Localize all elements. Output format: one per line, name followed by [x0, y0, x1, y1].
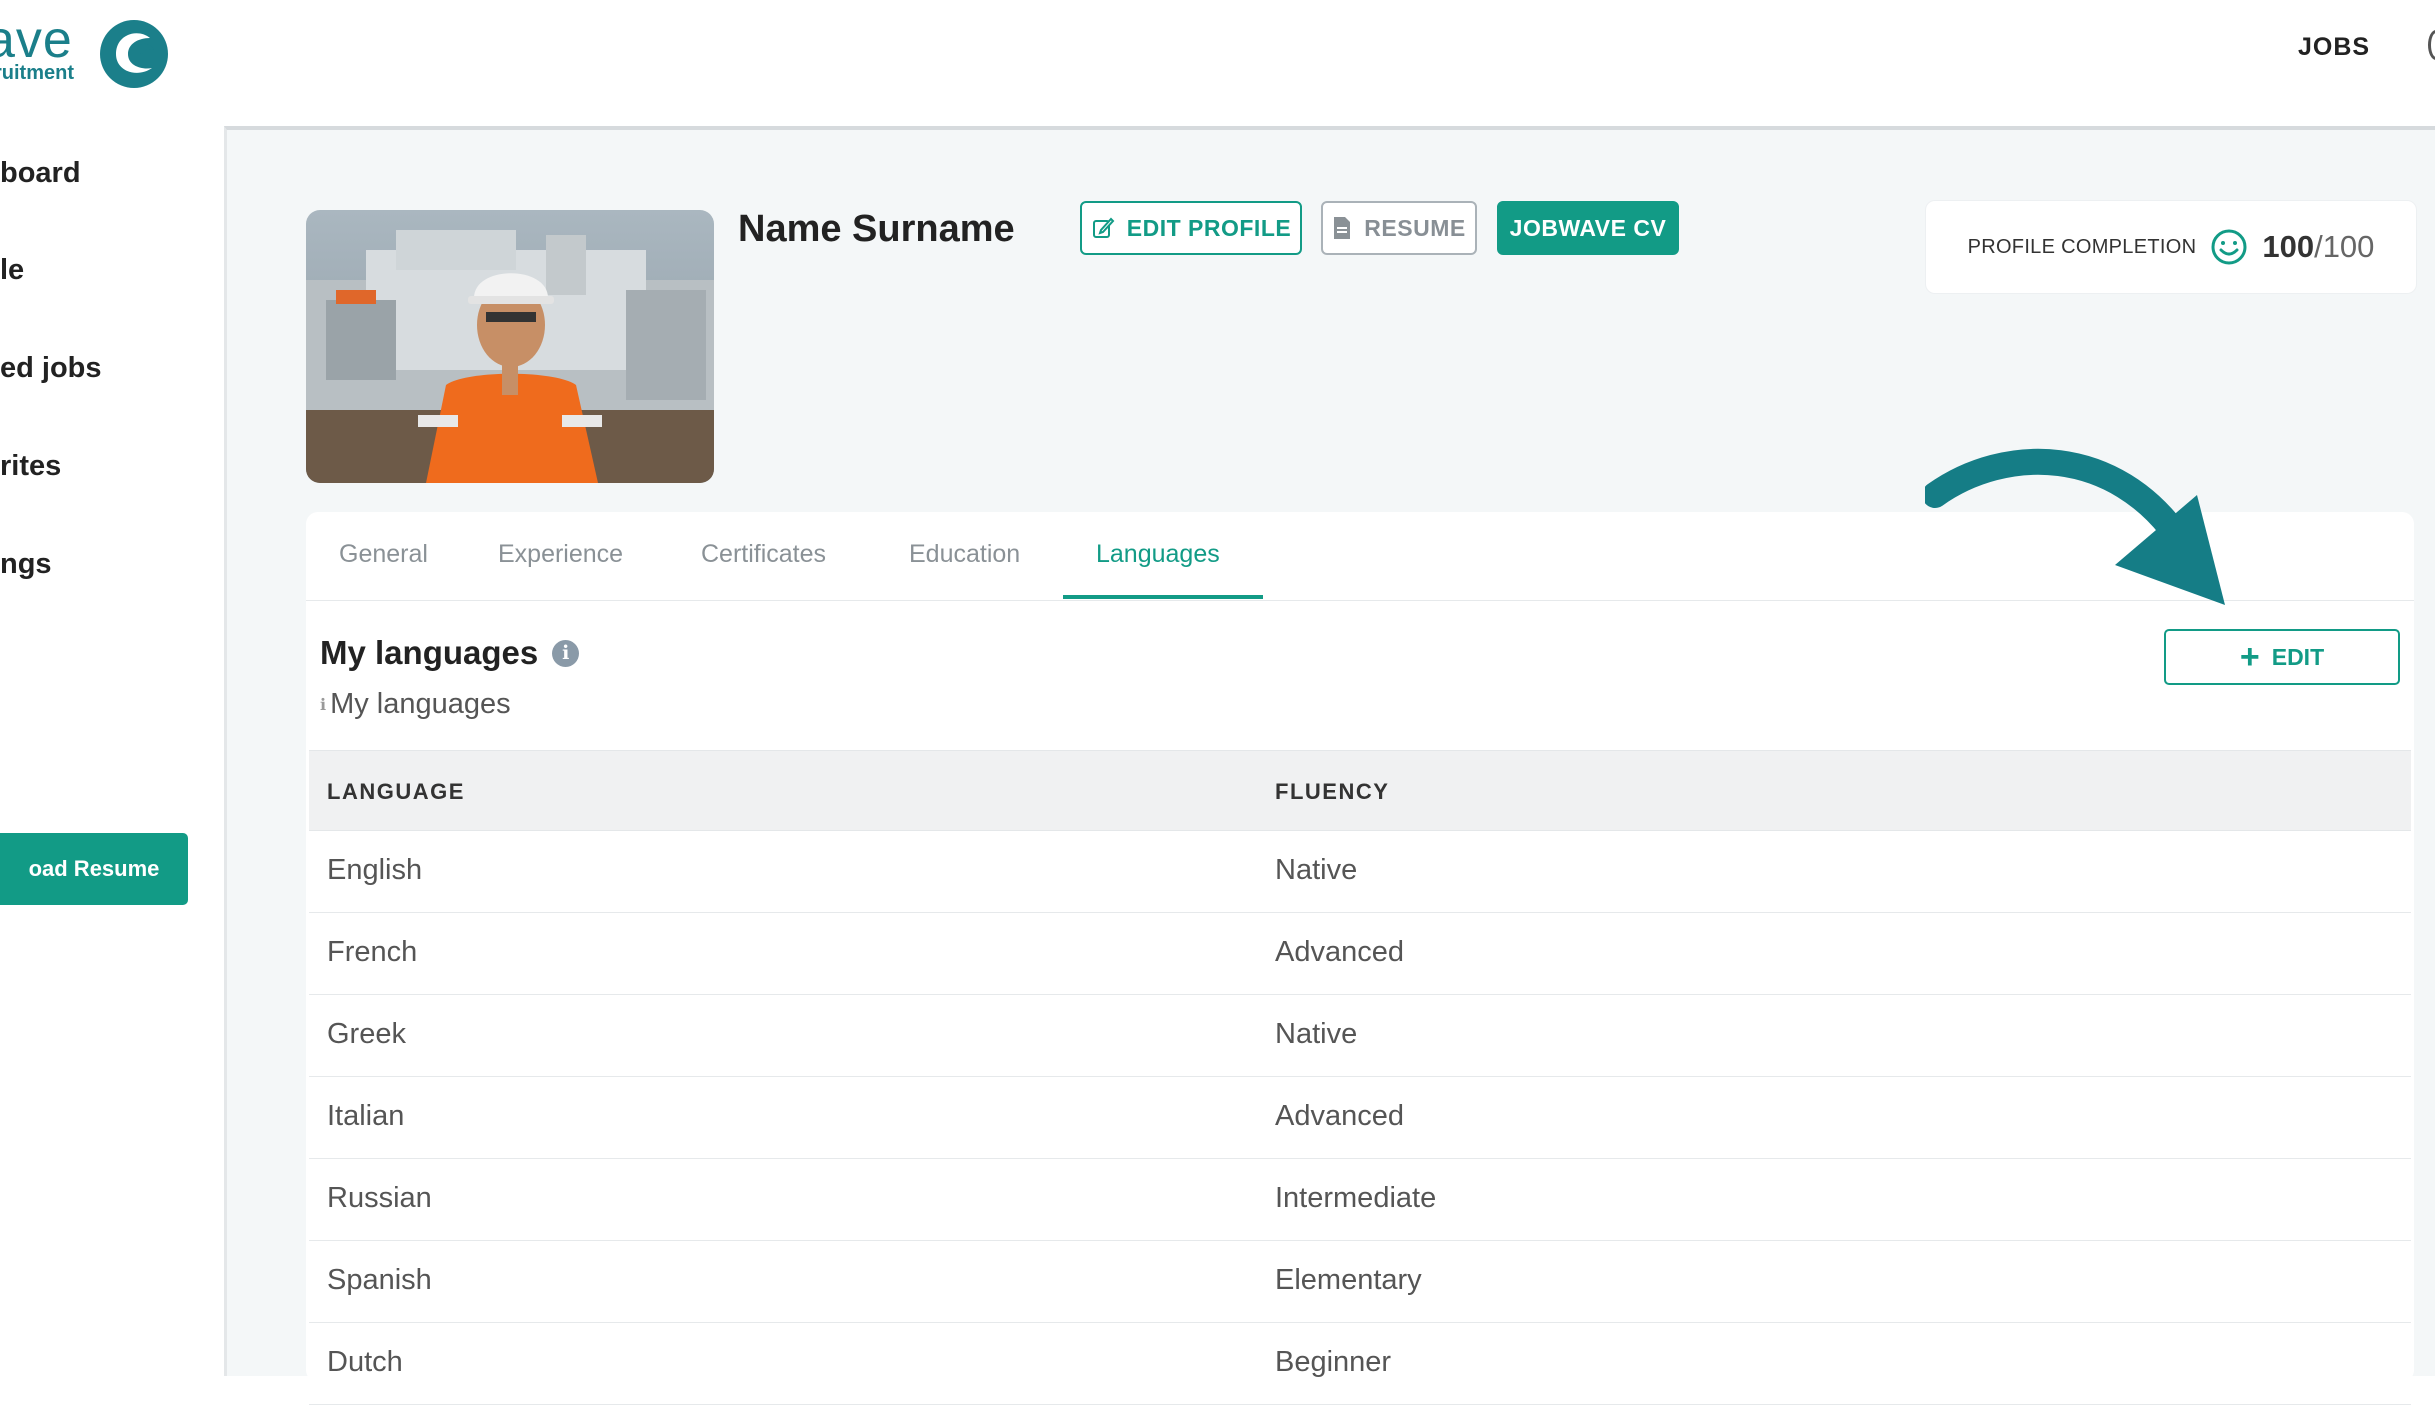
brand-logo[interactable]: ave ruitment: [0, 8, 180, 88]
resume-label: RESUME: [1364, 214, 1466, 241]
fluency-cell: Intermediate: [1275, 1182, 1437, 1214]
profile-tabs-card: General Experience Certificates Educatio…: [306, 512, 2414, 1405]
edit-icon: [1092, 217, 1115, 238]
section-title: My languages i: [320, 634, 580, 672]
table-header: LANGUAGE FLUENCY: [309, 750, 2411, 831]
fluency-cell: Elementary: [1275, 1264, 1422, 1296]
tab-general[interactable]: General: [339, 540, 428, 569]
edit-profile-button[interactable]: EDIT PROFILE: [1080, 201, 1302, 255]
section-subtitle-text: My languages: [330, 688, 511, 720]
section-subtitle: ℹ My languages: [320, 688, 511, 721]
language-cell: Dutch: [327, 1346, 403, 1378]
fluency-cell: Beginner: [1275, 1346, 1392, 1378]
plus-icon: +: [2239, 638, 2260, 676]
nav-jobs-link[interactable]: JOBS: [2298, 33, 2370, 62]
edit-languages-button[interactable]: + EDIT: [2164, 629, 2400, 685]
table-row: Dutch Beginner: [309, 1323, 2411, 1405]
profile-completion-card: PROFILE COMPLETION 100/100: [1925, 200, 2417, 294]
sidebar-item-favorites[interactable]: rites: [0, 450, 61, 483]
language-cell: English: [327, 854, 423, 886]
logo-subtitle: ruitment: [0, 62, 74, 84]
language-cell: Russian: [327, 1182, 432, 1214]
profile-name: Name Surname: [738, 208, 1015, 250]
fluency-cell: Advanced: [1275, 936, 1404, 968]
edit-profile-label: EDIT PROFILE: [1126, 214, 1292, 241]
nav-user-icon[interactable]: [2428, 30, 2435, 60]
upload-resume-button[interactable]: oad Resume: [0, 833, 188, 905]
table-row: Greek Native: [309, 995, 2411, 1077]
language-cell: Greek: [327, 1018, 406, 1050]
completion-score: 100: [2262, 229, 2315, 264]
languages-table: LANGUAGE FLUENCY English Native French A…: [309, 750, 2411, 1405]
annotation-arrow-icon: [1925, 448, 2225, 605]
sidebar-item-applied-jobs[interactable]: ed jobs: [0, 352, 102, 385]
table-row: English Native: [309, 831, 2411, 913]
sidebar: board le ed jobs rites ngs oad Resume: [0, 126, 224, 1376]
tab-experience[interactable]: Experience: [498, 540, 623, 569]
profile-completion-label: PROFILE COMPLETION: [1967, 235, 2197, 258]
sidebar-item-settings[interactable]: ngs: [0, 548, 52, 581]
column-header-language: LANGUAGE: [327, 779, 465, 804]
top-header: ave ruitment JOBS: [0, 0, 2435, 126]
table-row: Russian Intermediate: [309, 1159, 2411, 1241]
profile-photo: [306, 210, 714, 483]
wave-logo-icon: [100, 20, 168, 88]
language-cell: French: [327, 936, 418, 968]
tab-certificates[interactable]: Certificates: [701, 540, 826, 569]
smiley-icon: [2211, 229, 2247, 265]
info-icon[interactable]: i: [552, 639, 580, 667]
logo-wordmark: ave: [0, 11, 73, 69]
edit-languages-label: EDIT: [2271, 643, 2325, 670]
table-row: Italian Advanced: [309, 1077, 2411, 1159]
fluency-cell: Advanced: [1275, 1100, 1404, 1132]
completion-max: /100: [2314, 229, 2375, 264]
fluency-cell: Native: [1275, 1018, 1358, 1050]
table-row: Spanish Elementary: [309, 1241, 2411, 1323]
resume-button[interactable]: RESUME: [1321, 201, 1477, 255]
sidebar-item-dashboard[interactable]: board: [0, 157, 81, 190]
fluency-cell: Native: [1275, 854, 1358, 886]
tab-education[interactable]: Education: [909, 540, 1020, 569]
column-header-fluency: FLUENCY: [1275, 779, 1390, 804]
active-tab-indicator: [1063, 595, 1263, 599]
jobwave-cv-button[interactable]: JOBWAVE CV: [1497, 201, 1679, 255]
sidebar-item-profile[interactable]: le: [0, 254, 24, 287]
section-title-text: My languages: [320, 634, 539, 671]
document-icon: [1334, 217, 1351, 239]
info-small-icon: ℹ: [320, 697, 327, 715]
profile-photo-image: [306, 210, 714, 483]
table-row: French Advanced: [309, 913, 2411, 995]
language-cell: Italian: [327, 1100, 405, 1132]
language-cell: Spanish: [327, 1264, 432, 1296]
tab-languages[interactable]: Languages: [1096, 540, 1220, 569]
